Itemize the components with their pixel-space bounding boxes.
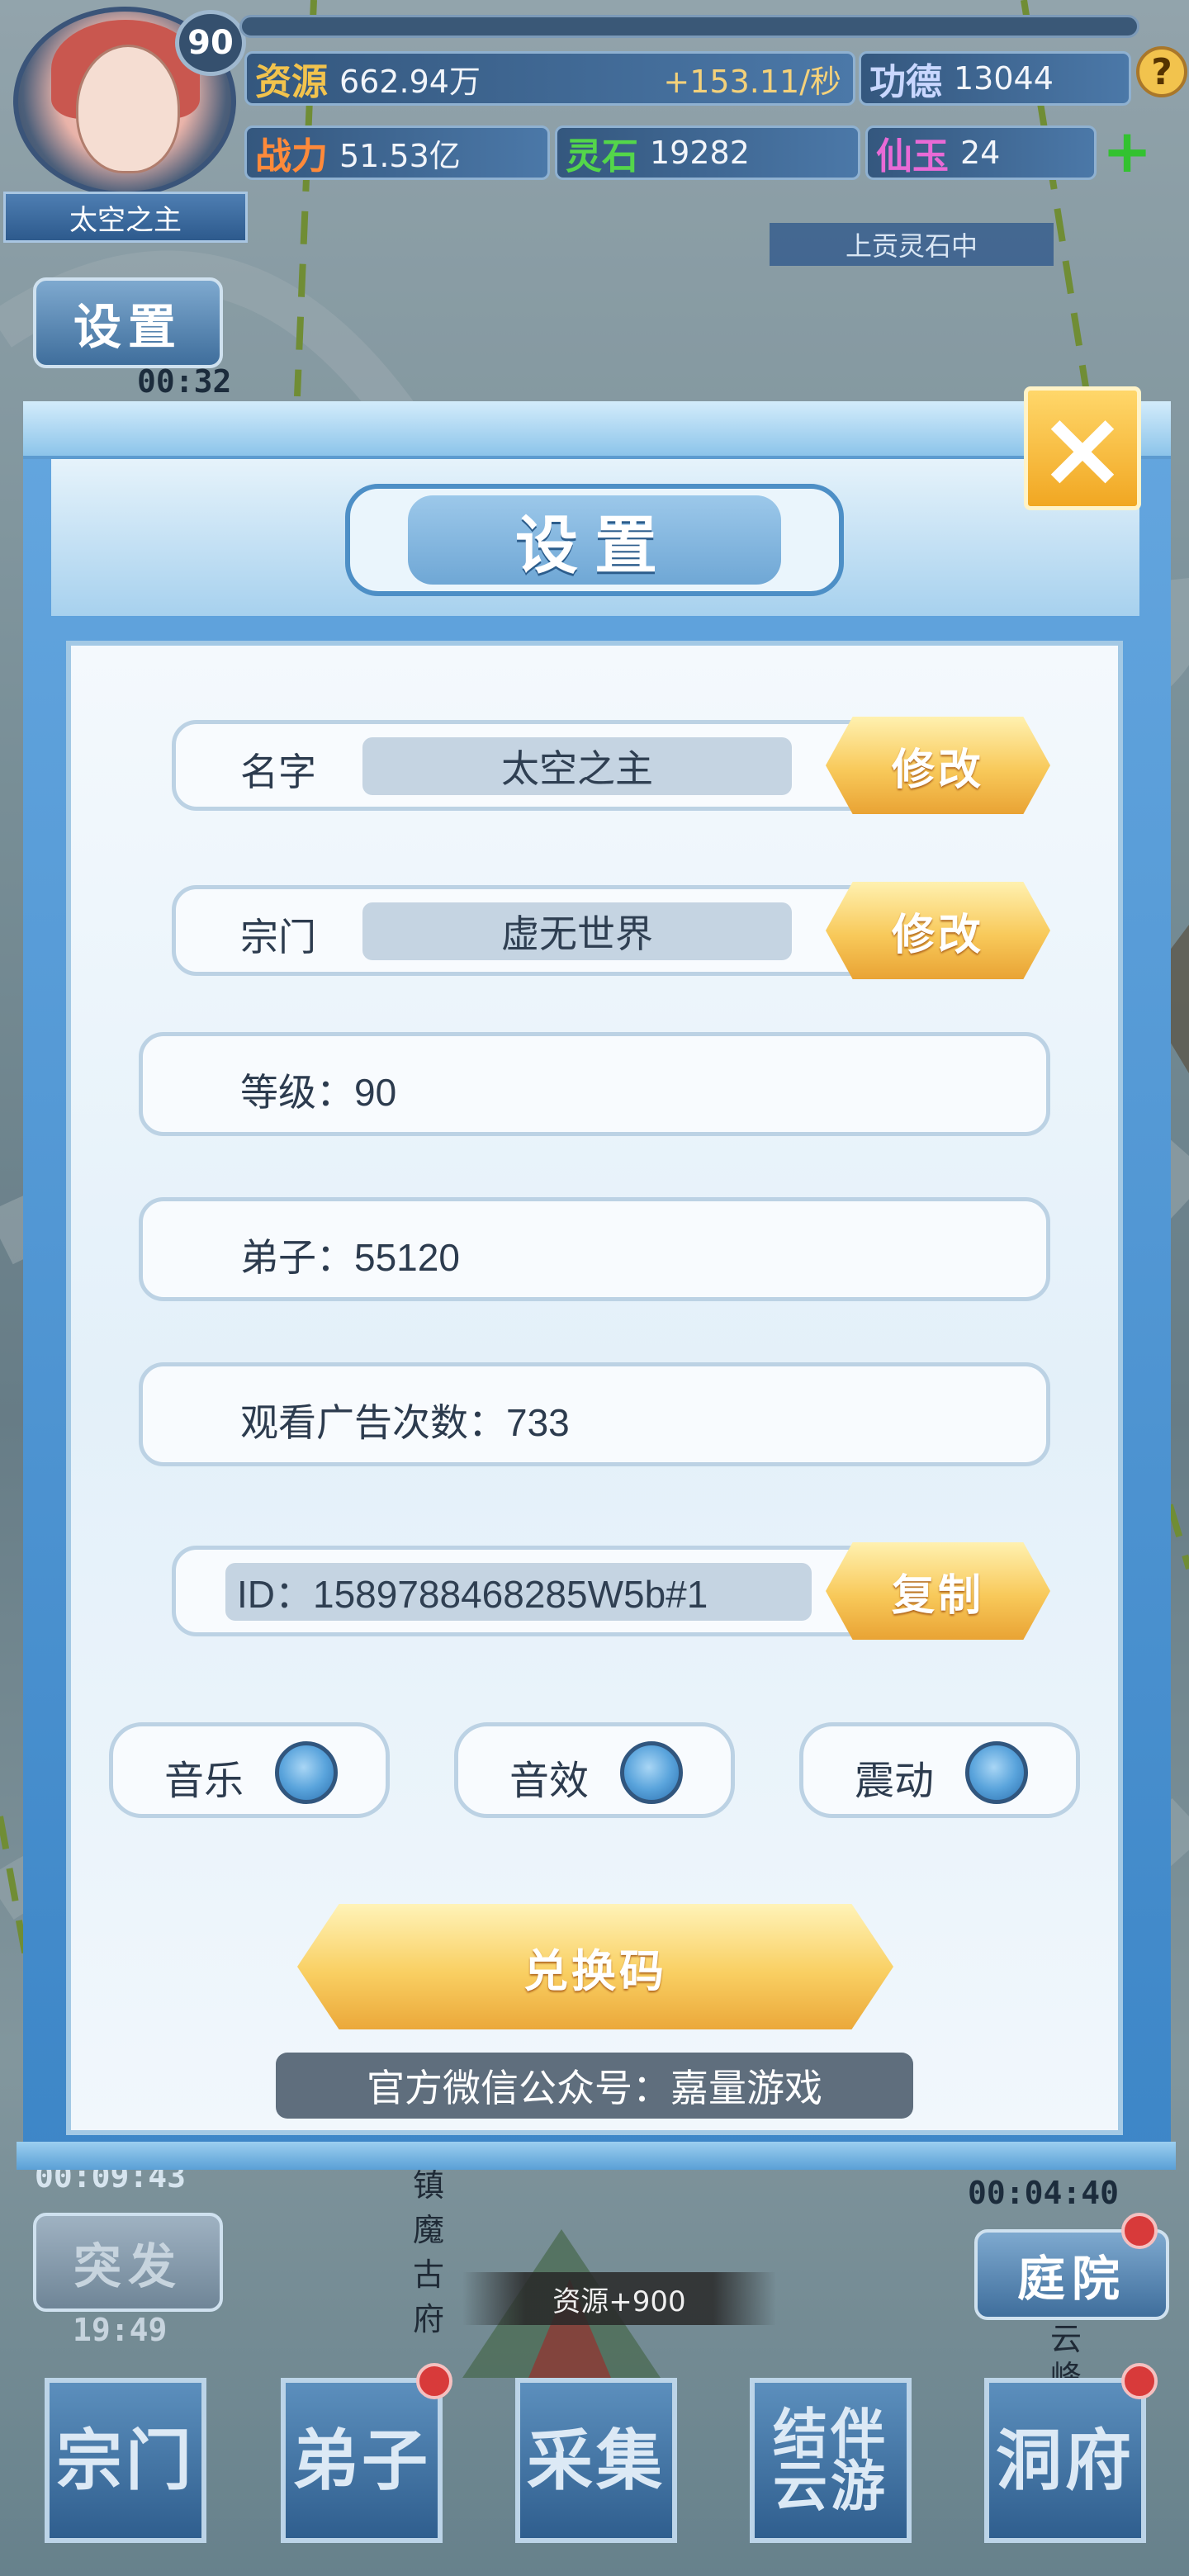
vibration-label: 震动 bbox=[855, 1759, 935, 1803]
merit-value: 13044 bbox=[954, 60, 1054, 97]
avatar-face bbox=[76, 45, 180, 173]
sound-effects-toggle-knob[interactable] bbox=[620, 1741, 683, 1804]
close-icon[interactable]: × bbox=[1024, 386, 1141, 511]
redeem-code-button[interactable]: 兑换码 bbox=[297, 1904, 893, 2029]
music-label: 音乐 bbox=[164, 1759, 244, 1803]
music-toggle-knob[interactable] bbox=[275, 1741, 338, 1804]
jade-label: 仙玉 bbox=[876, 135, 949, 178]
merit-label: 功德 bbox=[869, 61, 942, 103]
vibration-toggle-knob[interactable] bbox=[965, 1741, 1028, 1804]
merit-stat: 功德 13044 bbox=[859, 51, 1131, 106]
jade-stat: 仙玉 24 bbox=[865, 125, 1097, 180]
sect-value: 虚无世界 bbox=[362, 902, 792, 960]
name-label: 名字 bbox=[240, 751, 316, 793]
official-account-text: 官方微信公众号：嘉量游戏 bbox=[276, 2053, 913, 2119]
power-label: 战力 bbox=[255, 135, 328, 178]
nav-cave[interactable]: 洞府 bbox=[984, 2378, 1146, 2543]
ads-watched-row: 观看广告次数：733 bbox=[139, 1362, 1050, 1466]
temple-name[interactable]: 镇魔古府 bbox=[408, 2163, 449, 2342]
power-value: 51.53亿 bbox=[339, 137, 461, 174]
id-row: ID：1589788468285W5b#1 bbox=[172, 1546, 882, 1636]
nav-travel[interactable]: 结伴云游 bbox=[750, 2378, 912, 2543]
resources-label: 资源 bbox=[255, 61, 328, 103]
disciples-notification-dot bbox=[416, 2363, 452, 2399]
burst-event-button[interactable]: 突发 bbox=[33, 2213, 223, 2312]
disciples-row: 弟子：55120 bbox=[139, 1197, 1050, 1301]
jade-value: 24 bbox=[960, 135, 1001, 171]
edit-name-button[interactable]: 修改 bbox=[826, 717, 1050, 814]
vibration-toggle[interactable]: 震动 bbox=[799, 1722, 1080, 1818]
music-toggle[interactable]: 音乐 bbox=[109, 1722, 390, 1818]
level-row: 等级：90 bbox=[139, 1032, 1050, 1136]
resources-stat: 资源 662.94万 +153.11/秒 bbox=[244, 51, 855, 106]
edit-sect-button[interactable]: 修改 bbox=[826, 882, 1050, 979]
dialog-top-cap bbox=[23, 401, 1171, 459]
nav-sect[interactable]: 宗门 bbox=[45, 2378, 206, 2543]
resources-value: 662.94万 bbox=[339, 63, 481, 100]
resource-popup: 资源+900 bbox=[462, 2272, 776, 2325]
power-stat: 战力 51.53亿 bbox=[244, 125, 550, 180]
sect-label: 宗门 bbox=[240, 916, 316, 959]
settings-shortcut-timer: 00:32 bbox=[137, 363, 232, 400]
copy-id-button[interactable]: 复制 bbox=[826, 1542, 1050, 1640]
courtyard-notification-dot bbox=[1121, 2213, 1158, 2249]
level-text: 等级：90 bbox=[240, 1071, 397, 1114]
spirit-stone-value: 19282 bbox=[650, 135, 750, 171]
experience-bar bbox=[239, 15, 1139, 38]
resources-rate: +153.11/秒 bbox=[663, 63, 841, 100]
disciples-text: 弟子：55120 bbox=[240, 1236, 460, 1279]
burst-timer: 19:49 bbox=[73, 2312, 168, 2348]
tribute-status: 上贡灵石中 bbox=[770, 223, 1054, 266]
spirit-stone-stat: 灵石 19282 bbox=[555, 125, 860, 180]
dialog-bottom-cap bbox=[17, 2142, 1176, 2170]
name-row: 名字 太空之主 bbox=[172, 720, 882, 811]
right-timer: 00:04:40 bbox=[968, 2175, 1120, 2211]
plus-icon[interactable]: + bbox=[1098, 116, 1156, 186]
player-name-plate: 太空之主 bbox=[3, 192, 248, 243]
nav-gather[interactable]: 采集 bbox=[515, 2378, 677, 2543]
sect-row: 宗门 虚无世界 bbox=[172, 885, 882, 976]
cave-notification-dot bbox=[1121, 2363, 1158, 2399]
name-value: 太空之主 bbox=[362, 737, 792, 795]
dialog-title: 设置 bbox=[408, 495, 781, 585]
nav-disciples[interactable]: 弟子 bbox=[281, 2378, 443, 2543]
question-icon[interactable]: ? bbox=[1136, 46, 1187, 97]
spirit-stone-label: 灵石 bbox=[566, 135, 638, 178]
player-id: ID：1589788468285W5b#1 bbox=[225, 1563, 812, 1621]
settings-shortcut-button[interactable]: 设置 bbox=[33, 277, 223, 368]
level-badge: 90 bbox=[175, 10, 246, 76]
ads-watched-text: 观看广告次数：733 bbox=[240, 1401, 570, 1444]
sound-effects-toggle[interactable]: 音效 bbox=[454, 1722, 735, 1818]
sound-effects-label: 音效 bbox=[509, 1759, 590, 1803]
